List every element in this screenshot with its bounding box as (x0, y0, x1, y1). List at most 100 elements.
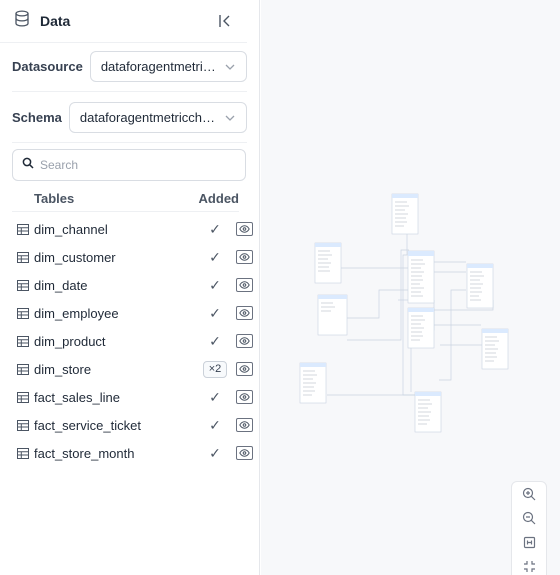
preview-eye-button[interactable] (236, 418, 253, 432)
erd-node (466, 263, 494, 309)
added-column-header: Added (198, 191, 239, 206)
erd-node (317, 294, 348, 336)
eye-icon (239, 253, 250, 261)
table-name: fact_sales_line (34, 389, 120, 405)
zoom-controls (511, 481, 547, 575)
added-count: ×2 (202, 360, 228, 378)
check-icon: ✓ (209, 276, 221, 293)
preview-eye-button[interactable] (236, 390, 253, 404)
preview-eye-button[interactable] (236, 362, 253, 376)
erd-node (407, 250, 435, 304)
eye-icon (239, 365, 250, 373)
erd-node (481, 328, 509, 370)
table-name: dim_store (34, 361, 92, 377)
data-panel: Data Datasource dataforagentmetric... Sc… (0, 0, 260, 575)
eye-icon (239, 393, 250, 401)
table-icon (17, 447, 30, 460)
table-name: dim_date (34, 277, 88, 293)
zoom-in-button[interactable] (512, 482, 546, 506)
fullscreen-button[interactable] (512, 554, 546, 575)
erd-nodes (299, 193, 509, 433)
table-row[interactable]: fact_service_ticket ✓ (0, 411, 259, 439)
eye-icon (239, 309, 250, 317)
database-icon (14, 10, 30, 32)
table-list: dim_channel ✓ dim_customer ✓ dim_date ✓ dim_em… (0, 215, 259, 467)
zoom-out-button[interactable] (512, 506, 546, 530)
erd-node (299, 362, 327, 404)
table-list-header: Tables Added (12, 186, 239, 212)
preview-eye-button[interactable] (236, 278, 253, 292)
search-input[interactable] (40, 158, 230, 172)
zoom-out-icon (522, 511, 536, 525)
added-checkmark: ✓ (200, 277, 230, 294)
search-box[interactable] (12, 149, 246, 181)
erd-node (407, 307, 435, 349)
table-icon (17, 419, 30, 432)
table-name: dim_employee (34, 305, 119, 321)
panel-title: Data (40, 13, 71, 29)
datasource-select[interactable]: dataforagentmetric... (89, 51, 247, 82)
added-checkmark: ✓ (200, 249, 230, 266)
preview-eye-button[interactable] (236, 334, 253, 348)
eye-icon (239, 281, 250, 289)
schema-select[interactable]: dataforagentmetriccha... (68, 102, 247, 133)
added-checkmark: ✓ (200, 417, 230, 434)
table-name: dim_product (34, 333, 106, 349)
eye-icon (239, 225, 250, 233)
schema-row: Schema dataforagentmetriccha... (0, 102, 259, 133)
table-name: dim_customer (34, 249, 116, 265)
added-count-badge: ×2 (200, 360, 230, 378)
check-icon: ✓ (209, 220, 221, 237)
collapse-left-icon (219, 15, 230, 27)
table-row[interactable]: fact_sales_line ✓ (0, 383, 259, 411)
schema-value: dataforagentmetriccha... (79, 110, 218, 125)
added-checkmark: ✓ (200, 445, 230, 462)
table-row[interactable]: dim_employee ✓ (0, 299, 259, 327)
collapse-panel-button[interactable] (215, 11, 235, 31)
table-row[interactable]: fact_store_month ✓ (0, 439, 259, 467)
fit-view-button[interactable] (512, 530, 546, 554)
table-row[interactable]: dim_customer ✓ (0, 243, 259, 271)
table-icon (17, 279, 30, 292)
added-checkmark: ✓ (200, 221, 230, 238)
divider (12, 142, 247, 143)
erd-node (314, 242, 342, 284)
chevron-down-icon (224, 60, 238, 74)
schema-label: Schema (12, 110, 62, 125)
search-icon (22, 156, 34, 174)
erd-node (391, 193, 419, 235)
table-icon (17, 251, 30, 264)
table-row[interactable]: dim_store ×2 (0, 355, 259, 383)
check-icon: ✓ (209, 332, 221, 349)
erd-canvas[interactable] (261, 0, 560, 575)
fit-view-icon (523, 536, 535, 548)
eye-icon (239, 449, 250, 457)
check-icon: ✓ (209, 304, 221, 321)
table-icon (17, 335, 30, 348)
preview-eye-button[interactable] (236, 250, 253, 264)
erd-node (414, 391, 442, 433)
preview-eye-button[interactable] (236, 306, 253, 320)
added-checkmark: ✓ (200, 389, 230, 406)
table-row[interactable]: dim_channel ✓ (0, 215, 259, 243)
preview-eye-button[interactable] (236, 222, 253, 236)
check-icon: ✓ (209, 444, 221, 461)
table-icon (17, 307, 30, 320)
check-icon: ✓ (209, 416, 221, 433)
datasource-row: Datasource dataforagentmetric... (0, 51, 259, 82)
panel-header: Data (0, 0, 247, 43)
preview-eye-button[interactable] (236, 446, 253, 460)
check-icon: ✓ (209, 248, 221, 265)
table-icon (17, 391, 30, 404)
table-row[interactable]: dim_date ✓ (0, 271, 259, 299)
table-row[interactable]: dim_product ✓ (0, 327, 259, 355)
chevron-down-icon (224, 111, 238, 125)
check-icon: ✓ (209, 388, 221, 405)
datasource-label: Datasource (12, 59, 83, 74)
zoom-in-icon (522, 487, 536, 501)
app: Data Datasource dataforagentmetric... Sc… (0, 0, 560, 575)
table-name: fact_service_ticket (34, 417, 141, 433)
eye-icon (239, 337, 250, 345)
eye-icon (239, 421, 250, 429)
table-name: dim_channel (34, 221, 108, 237)
